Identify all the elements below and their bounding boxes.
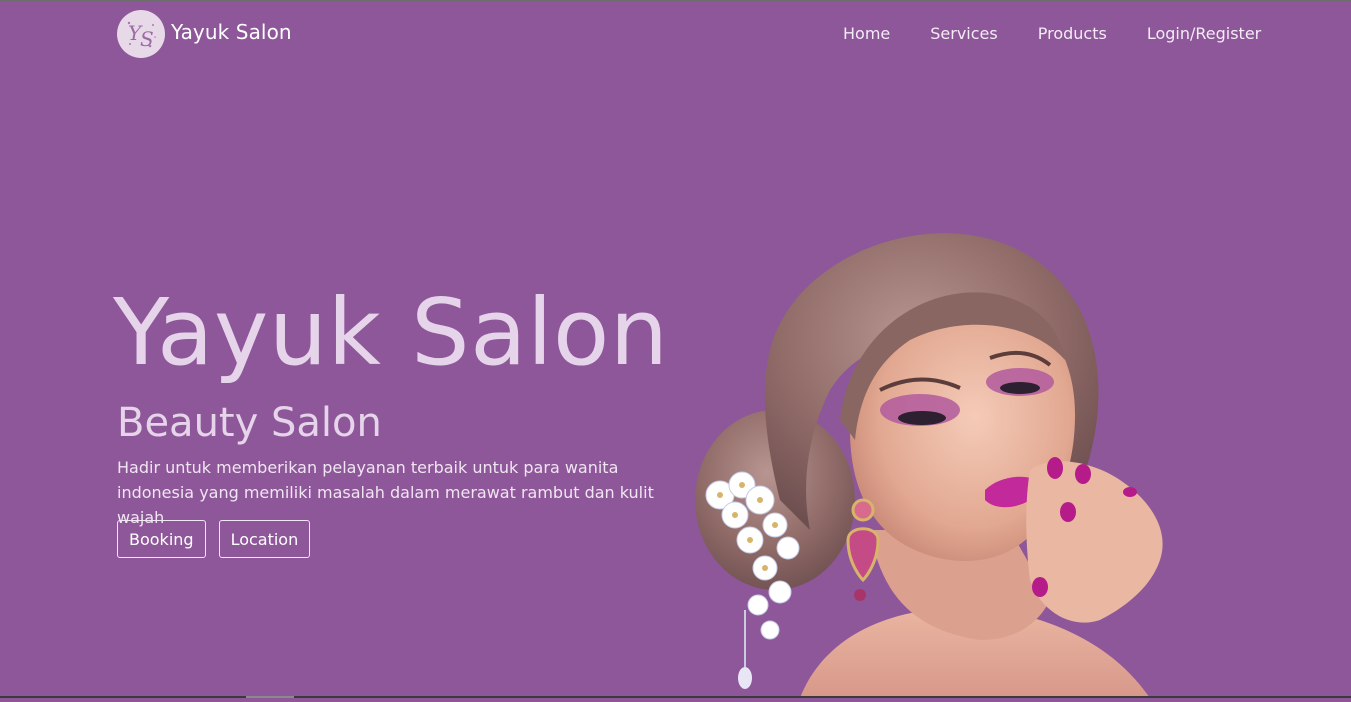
nav-link-home[interactable]: Home	[843, 24, 890, 43]
nav-links: Home Services Products Login/Register	[843, 24, 1261, 43]
booking-button[interactable]: Booking	[117, 520, 206, 558]
hero-title: Yayuk Salon	[113, 279, 669, 386]
nav-link-login-register[interactable]: Login/Register	[1147, 24, 1261, 43]
svg-text:S: S	[140, 27, 154, 51]
hero-buttons: Booking Location	[117, 520, 311, 558]
brand-name: Yayuk Salon	[171, 20, 292, 44]
nav-link-products[interactable]: Products	[1038, 24, 1107, 43]
location-button[interactable]: Location	[218, 520, 311, 558]
hero-model-image	[680, 200, 1200, 698]
nav-link-services[interactable]: Services	[930, 24, 997, 43]
navbar: Y S Yayuk Salon Home Services Products L…	[0, 0, 1351, 68]
hero-description: Hadir untuk memberikan pelayanan terbaik…	[117, 458, 654, 527]
brand-link[interactable]: Y S Yayuk Salon	[117, 10, 292, 58]
ys-monogram-icon: Y S	[117, 10, 165, 58]
hero-subtitle: Beauty Salon	[117, 400, 382, 446]
